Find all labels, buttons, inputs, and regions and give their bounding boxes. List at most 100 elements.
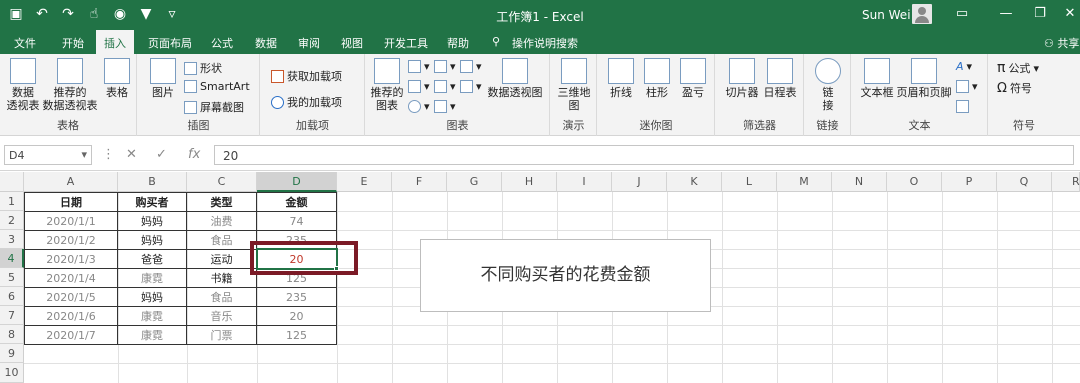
- column-chart-button[interactable]: ▾: [408, 60, 430, 73]
- row-header-9[interactable]: 9: [0, 344, 24, 363]
- pivot-chart-button[interactable]: 数据透视图: [486, 58, 544, 99]
- cancel-icon[interactable]: ✕: [126, 147, 137, 162]
- sparkline-line-button[interactable]: 折线: [606, 58, 636, 99]
- table-cell[interactable]: 运动: [187, 250, 257, 269]
- scatter-chart-button[interactable]: ▾: [434, 100, 456, 113]
- table-cell[interactable]: 爸爸: [118, 250, 187, 269]
- col-header-c[interactable]: C: [187, 172, 257, 192]
- row-header-3[interactable]: 3: [0, 230, 24, 249]
- recommended-charts-button[interactable]: 推荐的 图表: [370, 58, 404, 112]
- smartart-button[interactable]: SmartArt: [184, 80, 250, 93]
- combo-chart-button[interactable]: ▾: [460, 80, 482, 93]
- object-button[interactable]: [956, 100, 969, 113]
- name-box[interactable]: D4: [4, 145, 92, 165]
- col-header-n[interactable]: N: [832, 172, 887, 192]
- sparkline-winloss-button[interactable]: 盈亏: [678, 58, 708, 99]
- minimize-icon[interactable]: —: [996, 6, 1016, 21]
- col-header-e[interactable]: E: [337, 172, 392, 192]
- sparkline-column-button[interactable]: 柱形: [642, 58, 672, 99]
- wordart-button[interactable]: A ▾: [956, 60, 972, 73]
- table-cell[interactable]: 书籍: [187, 269, 257, 288]
- signature-line-button[interactable]: ▾: [956, 80, 978, 93]
- screenshot-button[interactable]: 屏幕截图: [184, 99, 244, 115]
- link-button[interactable]: 链 接: [813, 58, 843, 112]
- col-header-m[interactable]: M: [777, 172, 832, 192]
- col-header-k[interactable]: K: [667, 172, 722, 192]
- table-cell[interactable]: 2020/1/7: [25, 326, 118, 345]
- textbox-button[interactable]: 文本框: [860, 58, 894, 99]
- ribbon-display-icon[interactable]: ▭: [952, 6, 972, 21]
- tab-file[interactable]: 文件: [14, 35, 36, 51]
- table-cell[interactable]: 2020/1/4: [25, 269, 118, 288]
- table-cell[interactable]: 妈妈: [118, 212, 187, 231]
- my-addins-button[interactable]: 我的加载项: [271, 94, 342, 110]
- cell-d1[interactable]: 金额: [257, 193, 337, 212]
- table-cell[interactable]: 油费: [187, 212, 257, 231]
- row-header-7[interactable]: 7: [0, 306, 24, 325]
- table-cell[interactable]: 康霓: [118, 307, 187, 326]
- tab-data[interactable]: 数据: [255, 35, 277, 51]
- table-cell[interactable]: 妈妈: [118, 231, 187, 250]
- table-cell[interactable]: 2020/1/5: [25, 288, 118, 307]
- table-cell[interactable]: 74: [257, 212, 337, 231]
- row-header-6[interactable]: 6: [0, 287, 24, 306]
- table-cell[interactable]: 康霓: [118, 326, 187, 345]
- row-header-4[interactable]: 4: [0, 249, 24, 268]
- insert-function-icon[interactable]: fx: [188, 147, 200, 162]
- enter-icon[interactable]: ✓: [156, 147, 167, 162]
- select-all-corner[interactable]: [0, 172, 24, 192]
- col-header-i[interactable]: I: [557, 172, 612, 192]
- tab-review[interactable]: 审阅: [298, 35, 320, 51]
- formula-input[interactable]: 20: [214, 145, 1074, 165]
- col-header-r[interactable]: R: [1052, 172, 1080, 192]
- col-header-b[interactable]: B: [118, 172, 187, 192]
- col-header-h[interactable]: H: [502, 172, 557, 192]
- row-header-10[interactable]: 10: [0, 363, 24, 383]
- tab-developer[interactable]: 开发工具: [384, 35, 428, 51]
- tab-help[interactable]: 帮助: [447, 35, 469, 51]
- restore-icon[interactable]: ❐: [1030, 6, 1050, 21]
- statistic-chart-button[interactable]: ▾: [460, 60, 482, 73]
- table-cell[interactable]: 2020/1/1: [25, 212, 118, 231]
- table-cell[interactable]: 妈妈: [118, 288, 187, 307]
- table-cell[interactable]: 康霓: [118, 269, 187, 288]
- table-cell[interactable]: 125: [257, 326, 337, 345]
- hierarchy-chart-button[interactable]: ▾: [434, 60, 456, 73]
- table-cell[interactable]: 食品: [187, 231, 257, 250]
- col-header-d[interactable]: D: [257, 172, 337, 192]
- 3d-map-button[interactable]: 三维地 图: [555, 58, 593, 112]
- tab-page-layout[interactable]: 页面布局: [148, 35, 192, 51]
- cell-c1[interactable]: 类型: [187, 193, 257, 212]
- cell-b1[interactable]: 购买者: [118, 193, 187, 212]
- user-name[interactable]: Sun Wei: [862, 8, 911, 22]
- col-header-g[interactable]: G: [447, 172, 502, 192]
- col-header-o[interactable]: O: [887, 172, 942, 192]
- table-cell[interactable]: 食品: [187, 288, 257, 307]
- row-header-5[interactable]: 5: [0, 268, 24, 287]
- table-cell[interactable]: 门票: [187, 326, 257, 345]
- highlight-rectangle[interactable]: [250, 241, 358, 275]
- table-cell[interactable]: 2020/1/6: [25, 307, 118, 326]
- col-header-a[interactable]: A: [24, 172, 118, 192]
- share-button[interactable]: ⚇ 共享: [1044, 35, 1079, 51]
- title-textbox[interactable]: 不同购买者的花费金额: [420, 239, 711, 312]
- table-cell[interactable]: 2020/1/3: [25, 250, 118, 269]
- pivot-table-button[interactable]: 数据 透视表: [6, 58, 40, 112]
- col-header-j[interactable]: J: [612, 172, 667, 192]
- pictures-button[interactable]: 图片: [148, 58, 178, 99]
- tab-view[interactable]: 视图: [341, 35, 363, 51]
- slicer-button[interactable]: 切片器: [724, 58, 760, 99]
- table-cell[interactable]: 2020/1/2: [25, 231, 118, 250]
- row-header-1[interactable]: 1: [0, 192, 24, 211]
- recommended-pivot-button[interactable]: 推荐的 数据透视表: [42, 58, 98, 112]
- shapes-button[interactable]: 形状: [184, 60, 222, 76]
- col-header-p[interactable]: P: [942, 172, 997, 192]
- tab-home[interactable]: 开始: [62, 35, 84, 51]
- waterfall-chart-button[interactable]: ▾: [434, 80, 456, 93]
- tab-formulas[interactable]: 公式: [211, 35, 233, 51]
- timeline-button[interactable]: 日程表: [762, 58, 798, 99]
- col-header-f[interactable]: F: [392, 172, 447, 192]
- table-button[interactable]: 表格: [102, 58, 132, 99]
- table-cell[interactable]: 音乐: [187, 307, 257, 326]
- equation-button[interactable]: π 公式 ▾: [997, 60, 1039, 76]
